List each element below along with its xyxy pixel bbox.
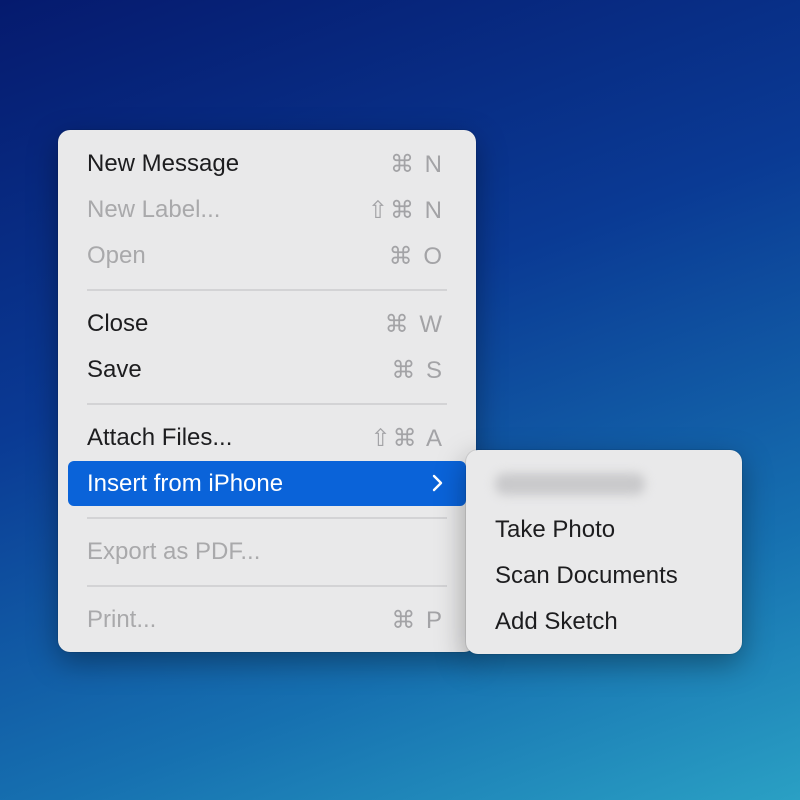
menu-item-label: Open: [87, 242, 146, 269]
menu-item-label: Add Sketch: [495, 608, 618, 635]
submenu-item-scan-documents[interactable]: Scan Documents: [476, 554, 732, 598]
menu-item-label: New Message: [87, 150, 240, 177]
menu-item-label: New Label...: [87, 196, 221, 223]
shortcut: ⇧⌘ A: [370, 424, 444, 452]
menu-item-label: Close: [87, 310, 149, 337]
menu-item-label: Export as PDF...: [87, 538, 261, 565]
menu-item-label: Take Photo: [495, 516, 616, 543]
chevron-right-icon: [432, 468, 444, 499]
separator: [87, 517, 447, 519]
submenu-item-add-sketch[interactable]: Add Sketch: [476, 600, 732, 644]
separator: [87, 585, 447, 587]
insert-from-iphone-submenu: Take Photo Scan Documents Add Sketch: [466, 450, 742, 654]
shortcut: ⌘ W: [384, 310, 444, 338]
shortcut: ⌘ N: [390, 150, 444, 178]
menu-item-export-pdf[interactable]: Export as PDF...: [68, 530, 466, 574]
menu-item-print[interactable]: Print... ⌘ P: [68, 598, 466, 642]
file-menu: New Message ⌘ N New Label... ⇧⌘ N Open ⌘…: [58, 130, 476, 652]
shortcut: ⇧⌘ N: [367, 196, 444, 224]
menu-item-new-label[interactable]: New Label... ⇧⌘ N: [68, 188, 466, 232]
menu-item-new-message[interactable]: New Message ⌘ N: [68, 142, 466, 186]
menu-item-open[interactable]: Open ⌘ O: [68, 234, 466, 278]
shortcut: ⌘ P: [391, 606, 444, 634]
separator: [87, 289, 447, 291]
menu-item-label: Print...: [87, 606, 157, 633]
shortcut: ⌘ O: [388, 242, 444, 270]
menu-item-label: Insert from iPhone: [87, 469, 284, 497]
shortcut: ⌘ S: [391, 356, 444, 384]
submenu-item-take-photo[interactable]: Take Photo: [476, 508, 732, 552]
menu-item-insert-from-iphone[interactable]: Insert from iPhone: [68, 461, 466, 506]
blurred-device-name: [495, 473, 645, 495]
menu-item-label: Attach Files...: [87, 424, 233, 451]
menu-item-label: Scan Documents: [495, 562, 678, 589]
separator: [87, 403, 447, 405]
menu-item-save[interactable]: Save ⌘ S: [68, 348, 466, 392]
menu-item-close[interactable]: Close ⌘ W: [68, 302, 466, 346]
menu-item-attach-files[interactable]: Attach Files... ⇧⌘ A: [68, 416, 466, 460]
menu-item-label: Save: [87, 356, 142, 383]
submenu-device-name: [476, 462, 732, 506]
